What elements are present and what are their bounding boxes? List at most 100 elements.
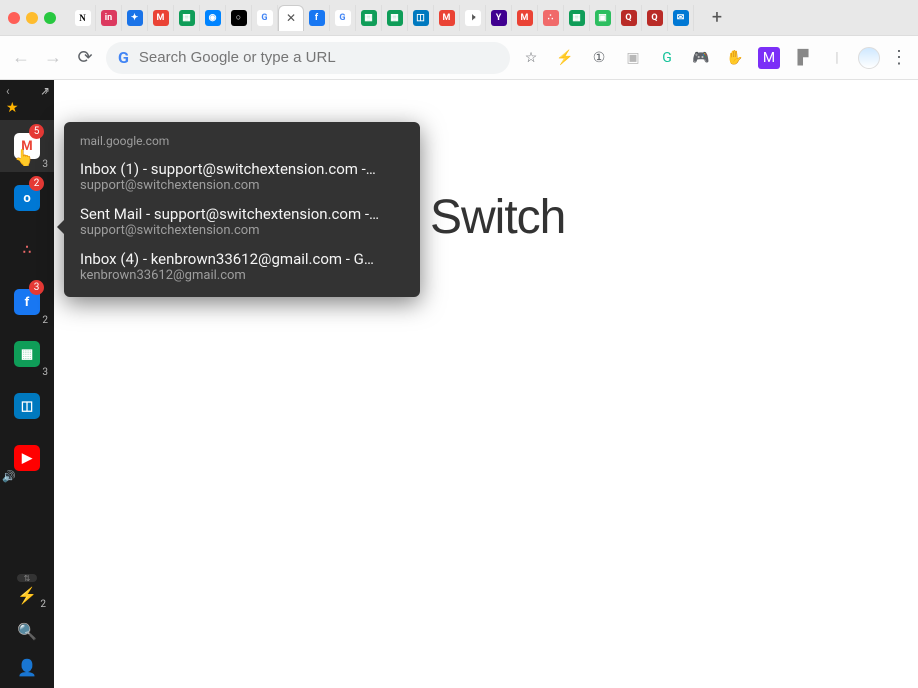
sound-icon[interactable]: 🔊	[2, 470, 16, 483]
tab-sheets-1[interactable]: ▦	[174, 5, 200, 31]
m-ext-icon[interactable]: M	[758, 47, 780, 69]
browser-tabs: Nin✦M▦◉○G✕fG▦▦◫M🕨YM∴▦▣QQ✉	[70, 5, 694, 31]
maximize-window-icon[interactable]	[44, 12, 56, 24]
page-content: ‹ › ★ ↗ ✕ M53o2∴f32▦3◫▶ 🔊 ⇅ ⚡2🔍👤 👆 mail.…	[0, 80, 918, 688]
grammarly-icon[interactable]: G	[656, 47, 678, 69]
minimize-window-icon[interactable]	[26, 12, 38, 24]
sidebar-search-button[interactable]: 🔍	[16, 620, 38, 642]
tab-notion-favicon: N	[75, 10, 91, 26]
close-window-icon[interactable]	[8, 12, 20, 24]
sidebar-item-facebook[interactable]: f32	[0, 276, 54, 328]
sidebar-switch-home-button[interactable]: ⚡2	[16, 584, 38, 606]
tab-google-favicon: G	[257, 10, 273, 26]
address-bar[interactable]: G	[106, 42, 510, 74]
flag-icon[interactable]: ▛	[792, 47, 814, 69]
tab-facebook-1[interactable]: f	[304, 5, 330, 31]
tab-quora-2-favicon: Q	[647, 10, 663, 26]
controller-icon[interactable]: 🎮	[690, 47, 712, 69]
popover-entry[interactable]: Inbox (1) - support@switchextension.com …	[80, 160, 404, 193]
tab-trello-favicon: ◫	[413, 10, 429, 26]
tab-muted-favicon: 🕨	[465, 10, 481, 26]
star-icon[interactable]: ☆	[520, 47, 542, 69]
badge: 2	[29, 176, 44, 191]
tab-count: 2	[42, 315, 48, 326]
popover-entry-title: Sent Mail - support@switchextension.com …	[80, 205, 404, 223]
tab-google-2[interactable]: G	[330, 5, 356, 31]
tab-trello[interactable]: ◫	[408, 5, 434, 31]
trello-icon: ◫	[14, 393, 40, 419]
tab-messenger[interactable]: ◉	[200, 5, 226, 31]
popover-arrow	[57, 220, 64, 234]
tab-sheets-3[interactable]: ▦	[382, 5, 408, 31]
popover-entry-subtitle: support@switchextension.com	[80, 178, 404, 193]
tab-strip: Nin✦M▦◉○G✕fG▦▦◫M🕨YM∴▦▣QQ✉ +	[0, 0, 918, 36]
tab-active[interactable]: ✕	[278, 5, 304, 31]
new-tab-button[interactable]: +	[704, 5, 730, 31]
tab-count: 3	[42, 367, 48, 378]
tab-notion[interactable]: N	[70, 5, 96, 31]
tab-github-favicon: ○	[231, 10, 247, 26]
switch-ext-icon[interactable]: ⚡	[554, 47, 576, 69]
tab-invision[interactable]: in	[96, 5, 122, 31]
sidebar-item-outlook[interactable]: o2	[0, 172, 54, 224]
tab-messenger-favicon: ◉	[205, 10, 221, 26]
page-logo: Switch	[430, 190, 565, 245]
sidebar-divider[interactable]: ⇅	[0, 572, 54, 584]
back-button[interactable]: ←	[10, 47, 32, 69]
tab-github[interactable]: ○	[226, 5, 252, 31]
omnibox-input[interactable]	[139, 49, 498, 66]
tab-sheets-4-favicon: ▦	[569, 10, 585, 26]
sidebar-profile-button[interactable]: 👤	[16, 656, 38, 678]
sidebar-star-icon[interactable]: ★	[0, 100, 54, 120]
sidebar-popover: mail.google.com Inbox (1) - support@swit…	[64, 122, 420, 297]
tab-extension[interactable]: ✦	[122, 5, 148, 31]
tab-yahoo-favicon: Y	[491, 10, 507, 26]
tab-quora-1[interactable]: Q	[616, 5, 642, 31]
tab-muted[interactable]: 🕨	[460, 5, 486, 31]
hand-icon[interactable]: ✋	[724, 47, 746, 69]
sidebar-item-asana[interactable]: ∴	[0, 224, 54, 276]
tab-sheets-4[interactable]: ▦	[564, 5, 590, 31]
tab-count: 3	[42, 159, 48, 170]
profile-avatar[interactable]	[858, 47, 880, 69]
popover-entry-title: Inbox (1) - support@switchextension.com …	[80, 160, 404, 178]
bar-icon[interactable]: |	[826, 47, 848, 69]
tab-sheets-3-favicon: ▦	[387, 10, 403, 26]
tab-outlook[interactable]: ✉	[668, 5, 694, 31]
popover-entry[interactable]: Inbox (4) - kenbrown33612@gmail.com - G……	[80, 250, 404, 283]
sidebar-app-list: M53o2∴f32▦3◫▶	[0, 120, 54, 484]
tab-sheets-2[interactable]: ▦	[356, 5, 382, 31]
popout-icon[interactable]: ↗	[40, 84, 50, 98]
google-icon: G	[118, 48, 129, 67]
close-tab-icon[interactable]: ✕	[286, 11, 296, 25]
asana-icon: ∴	[14, 237, 40, 263]
extension-icons: ☆ ⚡ ① ▣ G 🎮 ✋ M ▛ |	[520, 47, 848, 69]
onetab-icon[interactable]: ①	[588, 47, 610, 69]
tab-yahoo[interactable]: Y	[486, 5, 512, 31]
tab-facebook-1-favicon: f	[309, 10, 325, 26]
tab-asana[interactable]: ∴	[538, 5, 564, 31]
tab-gmail-1-favicon: M	[153, 10, 169, 26]
sidebar-item-gmail[interactable]: M53	[0, 120, 54, 172]
tab-gmail-3[interactable]: M	[512, 5, 538, 31]
tab-quora-1-favicon: Q	[621, 10, 637, 26]
forward-button[interactable]: →	[42, 47, 64, 69]
tab-evernote[interactable]: ▣	[590, 5, 616, 31]
tab-google[interactable]: G	[252, 5, 278, 31]
tab-google-2-favicon: G	[335, 10, 351, 26]
tab-gmail-2[interactable]: M	[434, 5, 460, 31]
browser-menu-button[interactable]: ⋮	[890, 47, 908, 68]
popover-entry-subtitle: support@switchextension.com	[80, 223, 404, 238]
popover-entry[interactable]: Sent Mail - support@switchextension.com …	[80, 205, 404, 238]
toggl-icon[interactable]: ▣	[622, 47, 644, 69]
tab-gmail-1[interactable]: M	[148, 5, 174, 31]
sidebar-collapse-left-icon[interactable]: ‹	[6, 84, 10, 98]
reload-button[interactable]: ⟳	[74, 47, 96, 69]
tab-invision-favicon: in	[101, 10, 117, 26]
tab-quora-2[interactable]: Q	[642, 5, 668, 31]
popover-entry-subtitle: kenbrown33612@gmail.com	[80, 268, 404, 283]
sidebar-item-sheets[interactable]: ▦3	[0, 328, 54, 380]
tab-outlook-favicon: ✉	[673, 10, 689, 26]
tab-sheets-2-favicon: ▦	[361, 10, 377, 26]
sidebar-item-trello[interactable]: ◫	[0, 380, 54, 432]
